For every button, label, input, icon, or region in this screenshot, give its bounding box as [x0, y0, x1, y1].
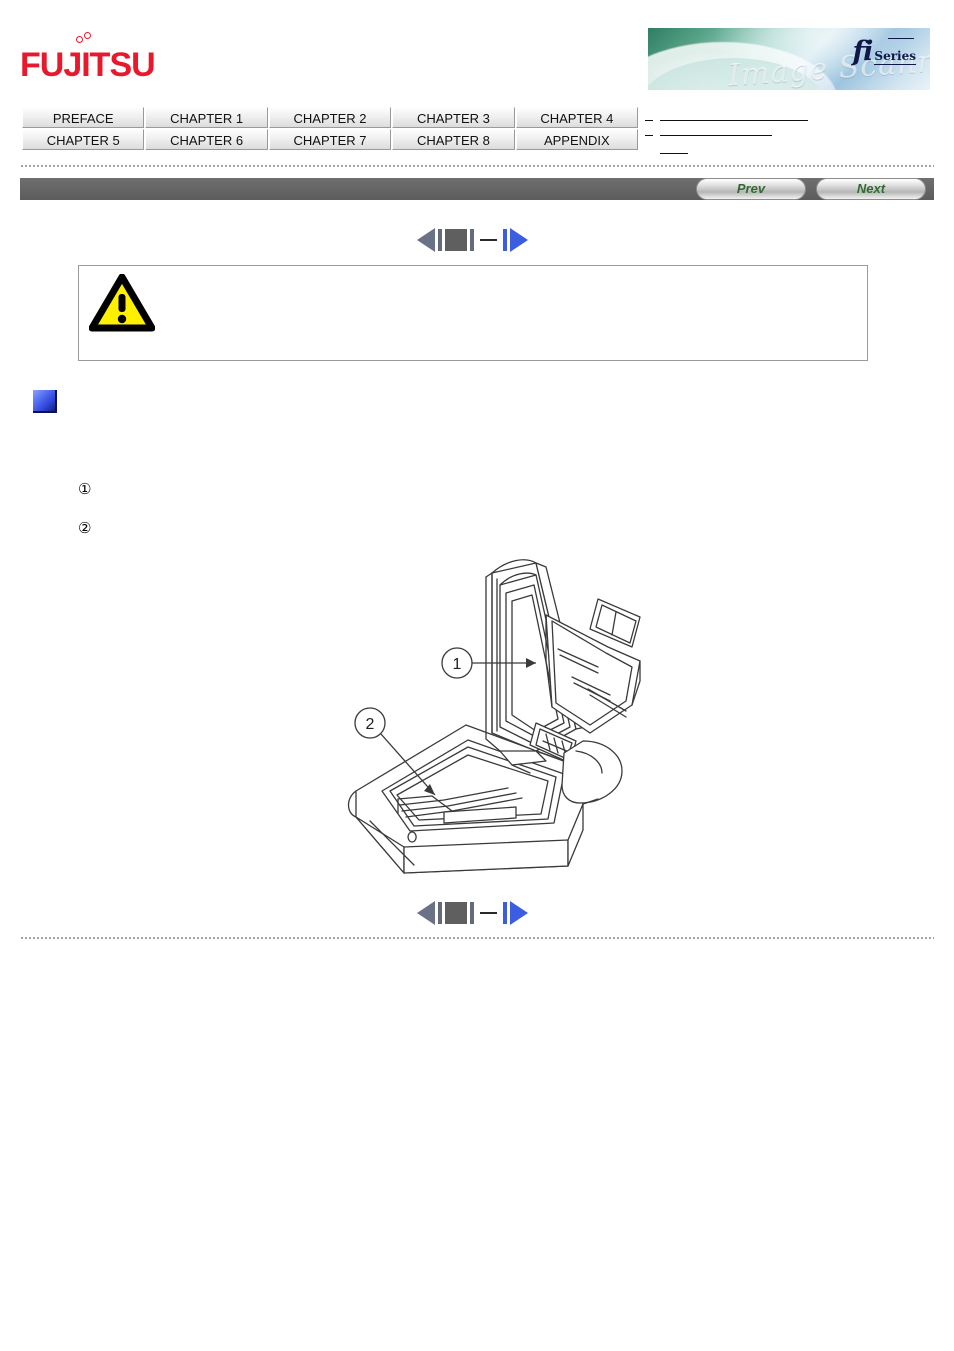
svg-text:1: 1	[453, 656, 462, 673]
section-bullet-icon	[33, 390, 57, 413]
page-nav-block-icon[interactable]	[445, 229, 467, 251]
tab-preface[interactable]: PREFACE	[22, 107, 145, 128]
fujitsu-logo: FUJITSU	[20, 32, 156, 84]
tab-appendix[interactable]: APPENDIX	[515, 129, 639, 150]
page-next-arrow-icon[interactable]	[510, 228, 528, 252]
tab-chapter-4[interactable]: CHAPTER 4	[515, 107, 639, 128]
page-nav-bar-left-icon	[438, 229, 442, 251]
breadcrumb-rule-1	[660, 120, 808, 121]
fujitsu-logo-text: FUJITSU	[20, 46, 156, 84]
step-marker-1: ①	[78, 480, 92, 498]
tab-chapter-6[interactable]: CHAPTER 6	[145, 129, 268, 150]
caution-box	[78, 265, 868, 361]
scanner-illustration: 1 2	[340, 555, 660, 895]
tab-chapter-7[interactable]: CHAPTER 7	[268, 129, 392, 150]
warning-triangle-icon	[89, 274, 155, 332]
page-nav-bar-right-icon	[503, 902, 507, 924]
tab-row-1: PREFACE CHAPTER 1 CHAPTER 2 CHAPTER 3 CH…	[22, 107, 639, 128]
step-item-2: ②	[78, 519, 898, 538]
page-navigation-bottom	[417, 901, 528, 925]
page-nav-bar-left-icon	[438, 902, 442, 924]
page-navigation-top	[417, 228, 528, 252]
page-header: FUJITSU Image Scanner fi Series	[0, 0, 954, 100]
svg-text:2: 2	[366, 716, 375, 733]
page-nav-bar-right-icon	[503, 229, 507, 251]
page-nav-bar-mid-icon	[470, 902, 474, 924]
page-prev-arrow-icon[interactable]	[417, 228, 435, 252]
breadcrumb-dash-1	[645, 120, 653, 121]
page-next-arrow-icon[interactable]	[510, 901, 528, 925]
fi-series-logo: fi Series	[853, 36, 916, 67]
fi-logo-series-text: Series	[874, 49, 916, 65]
tab-chapter-2[interactable]: CHAPTER 2	[268, 107, 392, 128]
tab-chapter-1[interactable]: CHAPTER 1	[145, 107, 268, 128]
page-nav-block-icon[interactable]	[445, 902, 467, 924]
next-button[interactable]: Next	[816, 178, 926, 200]
tab-chapter-3[interactable]: CHAPTER 3	[392, 107, 515, 128]
fi-logo-tick-icon	[888, 38, 914, 39]
fujitsu-logo-dots-icon	[76, 32, 98, 46]
fi-series-banner: Image Scanner fi Series	[648, 28, 930, 90]
breadcrumb-rule-3	[660, 153, 688, 154]
step-item-1: ①	[78, 480, 898, 499]
chapter-tab-navigation: PREFACE CHAPTER 1 CHAPTER 2 CHAPTER 3 CH…	[22, 107, 639, 151]
tab-chapter-8[interactable]: CHAPTER 8	[392, 129, 515, 150]
prev-button[interactable]: Prev	[696, 178, 806, 200]
page-nav-dash-icon	[480, 912, 497, 914]
page-prev-arrow-icon[interactable]	[417, 901, 435, 925]
prev-next-bar: Prev Next	[20, 178, 934, 200]
page-nav-bar-mid-icon	[470, 229, 474, 251]
tab-chapter-5[interactable]: CHAPTER 5	[22, 129, 145, 150]
tab-row-2: CHAPTER 5 CHAPTER 6 CHAPTER 7 CHAPTER 8 …	[22, 129, 639, 150]
breadcrumb-dash-2	[645, 135, 653, 136]
page-nav-dash-icon	[480, 239, 497, 241]
step-marker-2: ②	[78, 519, 92, 537]
dotted-separator-top	[20, 165, 934, 167]
dotted-separator-bottom	[20, 937, 934, 939]
breadcrumb-rule-2	[660, 135, 772, 136]
fi-logo-fi-text: fi	[852, 36, 874, 67]
